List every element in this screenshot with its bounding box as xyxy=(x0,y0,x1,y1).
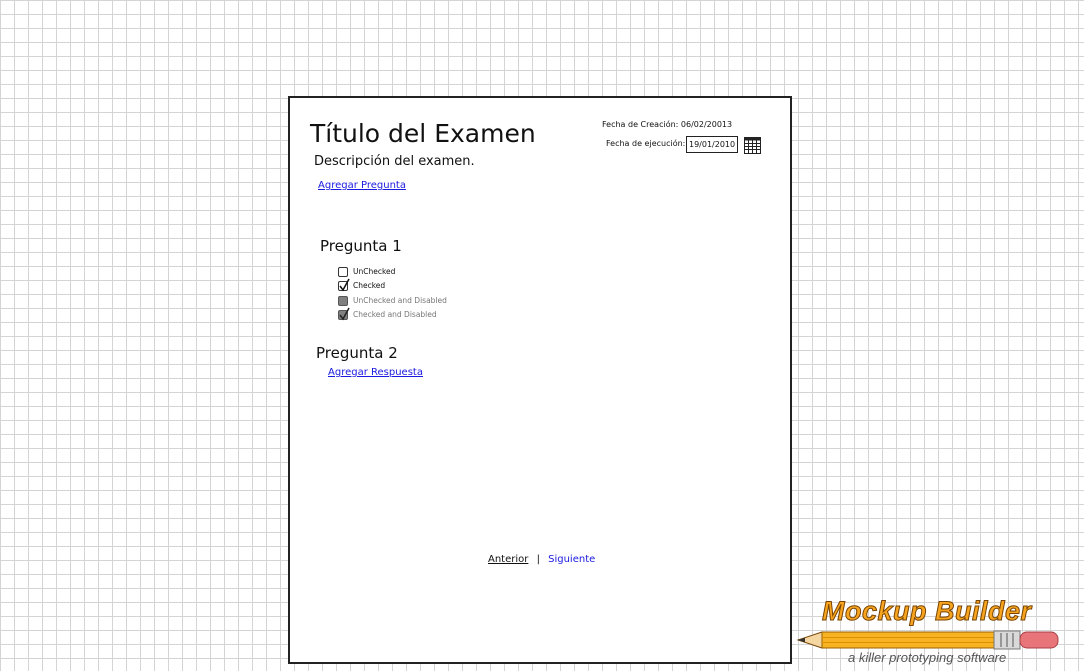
question-1-title: Pregunta 1 xyxy=(320,237,402,255)
exam-title: Título del Examen xyxy=(310,119,536,148)
pencil-icon xyxy=(796,630,1059,650)
question-2-title: Pregunta 2 xyxy=(316,344,398,362)
checkbox-checked[interactable] xyxy=(338,278,350,291)
nav-separator: | xyxy=(536,554,540,565)
execution-date-field[interactable]: 19/01/2010 xyxy=(686,136,738,153)
option-checked[interactable]: Checked xyxy=(338,278,386,292)
previous-link[interactable]: Anterior xyxy=(488,554,528,565)
add-answer-link[interactable]: Agregar Respuesta xyxy=(328,367,423,378)
add-question-link[interactable]: Agregar Pregunta xyxy=(318,180,406,191)
checkbox-unchecked[interactable] xyxy=(338,266,348,277)
calendar-icon[interactable] xyxy=(744,137,761,154)
pagination: Anterior | Siguiente xyxy=(488,554,595,565)
checkbox-checked-disabled xyxy=(338,307,350,320)
mockup-builder-logo: Mockup Builder a killer prototyping soft… xyxy=(796,596,1064,668)
exam-description: Descripción del examen. xyxy=(314,154,475,169)
option-checked-disabled: Checked and Disabled xyxy=(338,307,437,321)
option-label: UnChecked xyxy=(353,267,396,276)
option-label: Checked and Disabled xyxy=(353,310,437,319)
checkbox-unchecked-disabled xyxy=(338,295,348,306)
option-unchecked[interactable]: UnChecked xyxy=(338,265,395,278)
next-link[interactable]: Siguiente xyxy=(548,554,595,565)
logo-title: Mockup Builder xyxy=(822,596,1032,627)
exam-page: Título del Examen Descripción del examen… xyxy=(288,96,792,664)
creation-date-value: 06/02/20013 xyxy=(680,120,733,129)
execution-date-label: Fecha de ejecución: xyxy=(606,139,686,148)
creation-date-row: Fecha de Creación: 06/02/20013 xyxy=(602,120,732,129)
option-label: Checked xyxy=(353,281,386,290)
option-unchecked-disabled: UnChecked and Disabled xyxy=(338,294,447,307)
option-label: UnChecked and Disabled xyxy=(353,296,447,305)
logo-tagline: a killer prototyping software xyxy=(848,650,1007,665)
creation-date-label: Fecha de Creación: xyxy=(602,120,679,129)
